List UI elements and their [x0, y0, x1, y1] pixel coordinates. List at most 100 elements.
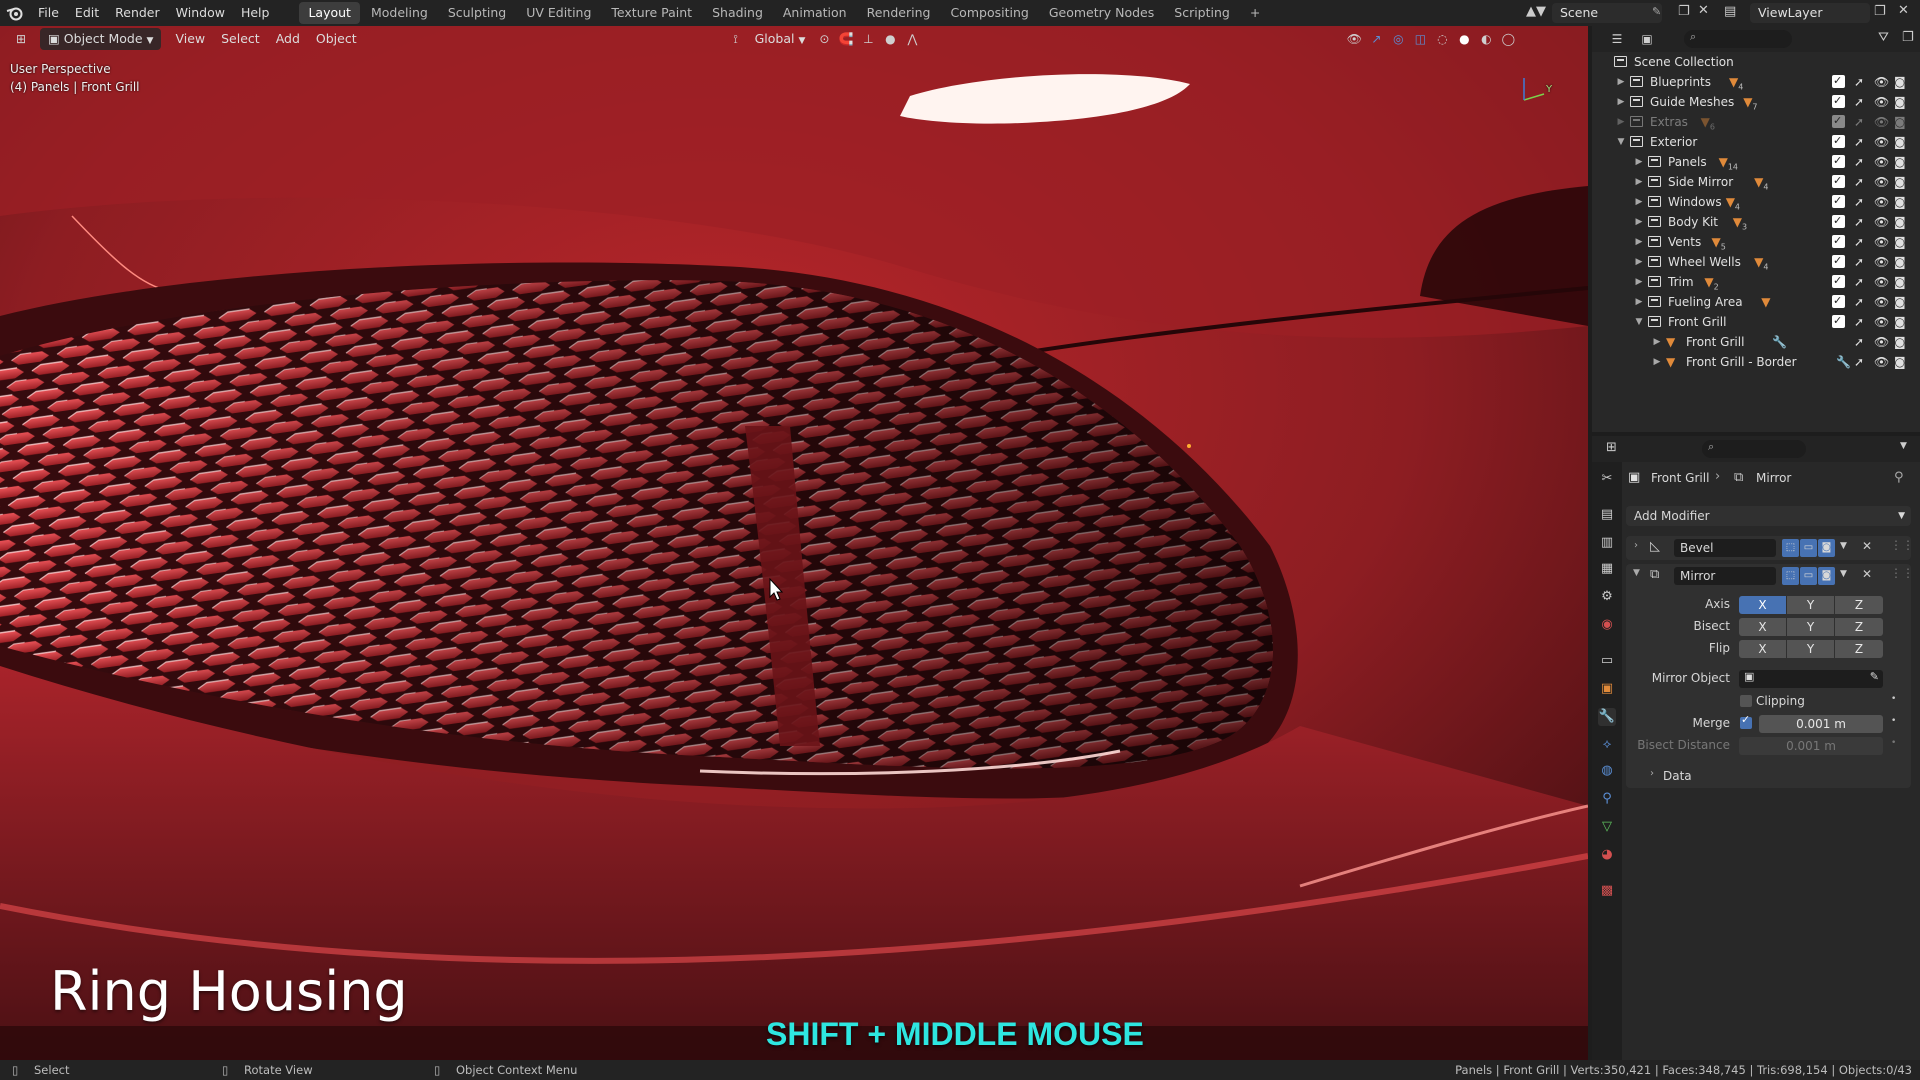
- tab-layout[interactable]: Layout: [299, 2, 360, 24]
- tab-uv-editing[interactable]: UV Editing: [517, 2, 600, 24]
- new-collection-icon[interactable]: ❐: [1902, 30, 1914, 45]
- eyedropper-icon[interactable]: ✎: [1870, 670, 1879, 683]
- outliner-row[interactable]: ▶Extras▼6➚👁◙: [1592, 111, 1920, 132]
- modifier-tab-icon[interactable]: 🔧: [1598, 708, 1616, 726]
- outliner-row[interactable]: ▶Guide Meshes▼7➚👁◙: [1592, 91, 1920, 112]
- tab-texture-paint[interactable]: Texture Paint: [602, 2, 701, 24]
- axis-x-toggle[interactable]: X: [1739, 596, 1786, 614]
- bisect-distance-input[interactable]: 0.001 m: [1739, 737, 1883, 755]
- visibility-eye-icon[interactable]: 👁: [1874, 172, 1889, 192]
- add-modifier-button[interactable]: Add Modifier ▼: [1626, 506, 1911, 526]
- render-camera-icon[interactable]: ◙: [1894, 92, 1906, 112]
- outliner-row[interactable]: ▶ ▼ Front Grill - Border 🔧 ➚ 👁 ◙: [1592, 352, 1920, 372]
- expand-arrow-icon[interactable]: ▶: [1616, 92, 1626, 112]
- menu-add[interactable]: Add: [268, 28, 308, 50]
- tab-geometry-nodes[interactable]: Geometry Nodes: [1040, 2, 1163, 24]
- proportional-edit-icon[interactable]: ●: [879, 28, 901, 50]
- gizmo-icon[interactable]: ↗: [1365, 28, 1387, 50]
- expand-arrow-icon[interactable]: ▶: [1634, 232, 1644, 252]
- pivot-icon[interactable]: ⊙: [813, 28, 835, 50]
- add-workspace-button[interactable]: +: [1241, 2, 1269, 24]
- snap-target-icon[interactable]: ⊥: [857, 28, 879, 50]
- menu-select[interactable]: Select: [213, 28, 268, 50]
- clipping-keyframe-icon[interactable]: •: [1891, 694, 1896, 704]
- tab-scripting[interactable]: Scripting: [1165, 2, 1239, 24]
- render-camera-icon[interactable]: ◙: [1894, 272, 1906, 292]
- axis-z-toggle[interactable]: Z: [1835, 596, 1883, 614]
- bisect-z-toggle[interactable]: Z: [1835, 618, 1883, 636]
- bisect-distance-keyframe-icon[interactable]: •: [1891, 738, 1896, 748]
- delete-view-layer-icon[interactable]: ✕: [1898, 3, 1909, 18]
- view-layer-selector[interactable]: ViewLayer: [1750, 3, 1870, 23]
- tab-compositing[interactable]: Compositing: [941, 2, 1037, 24]
- menu-object[interactable]: Object: [308, 28, 365, 50]
- close-icon[interactable]: ✕: [1862, 539, 1872, 553]
- selectable-toggle-icon[interactable]: ➚: [1854, 92, 1864, 112]
- exclude-checkbox[interactable]: [1832, 311, 1845, 331]
- outliner-row[interactable]: ▶Panels▼14➚👁◙: [1592, 151, 1920, 172]
- selectable-toggle-icon[interactable]: ➚: [1854, 292, 1864, 312]
- render-tab-icon[interactable]: ▤: [1598, 506, 1616, 524]
- delete-scene-icon[interactable]: ✕: [1698, 3, 1709, 18]
- expand-arrow-icon[interactable]: ▶: [1616, 72, 1626, 92]
- visibility-eye-icon[interactable]: 👁: [1874, 232, 1889, 252]
- new-scene-icon[interactable]: ❐: [1678, 4, 1690, 19]
- expand-arrow-icon[interactable]: ▶: [1634, 272, 1644, 292]
- outliner-row[interactable]: ▶ Fueling Area ▼ ➚ 👁◙: [1592, 291, 1920, 312]
- chevron-down-icon[interactable]: ▼: [1900, 441, 1907, 451]
- axis-y-toggle[interactable]: Y: [1787, 596, 1834, 614]
- outliner-row[interactable]: ▶Windows▼4➚👁◙: [1592, 191, 1920, 212]
- render-camera-icon[interactable]: ◙: [1894, 212, 1906, 232]
- flip-y-toggle[interactable]: Y: [1787, 640, 1834, 658]
- visibility-eye-icon[interactable]: 👁: [1874, 272, 1889, 292]
- data-tab-icon[interactable]: ▽: [1598, 818, 1616, 836]
- exclude-checkbox[interactable]: [1832, 231, 1845, 251]
- expand-arrow-icon[interactable]: ▶: [1652, 352, 1662, 372]
- editor-type-icon[interactable]: ⊞: [1606, 440, 1617, 455]
- bevel-name-field[interactable]: Bevel: [1674, 539, 1776, 557]
- selectable-toggle-icon[interactable]: ➚: [1854, 152, 1864, 172]
- visibility-eye-icon[interactable]: 👁: [1874, 332, 1889, 352]
- visibility-icon[interactable]: 👁: [1343, 28, 1365, 50]
- exclude-checkbox[interactable]: [1832, 211, 1845, 231]
- render-camera-icon[interactable]: ◙: [1894, 252, 1906, 272]
- render-camera-icon[interactable]: ◙: [1894, 352, 1906, 372]
- texture-tab-icon[interactable]: ▩: [1598, 882, 1616, 900]
- merge-keyframe-icon[interactable]: •: [1891, 716, 1896, 726]
- render-camera-icon[interactable]: ◙: [1894, 312, 1906, 332]
- new-view-layer-icon[interactable]: ❐: [1874, 4, 1886, 19]
- expand-arrow-icon[interactable]: ▶: [1634, 212, 1644, 232]
- visibility-eye-icon[interactable]: 👁: [1874, 192, 1889, 212]
- selectable-toggle-icon[interactable]: ➚: [1854, 252, 1864, 272]
- render-camera-icon[interactable]: ◙: [1894, 192, 1906, 212]
- exclude-checkbox[interactable]: [1832, 71, 1845, 91]
- expand-arrow-icon[interactable]: ▶: [1652, 332, 1662, 352]
- render-camera-icon[interactable]: ◙: [1894, 232, 1906, 252]
- selectable-toggle-icon[interactable]: ➚: [1854, 352, 1864, 372]
- exclude-checkbox[interactable]: [1832, 111, 1845, 131]
- tool-tab-icon[interactable]: ✂: [1598, 470, 1616, 488]
- exclude-checkbox[interactable]: [1832, 171, 1845, 191]
- view-layer-icon[interactable]: ▤: [1724, 4, 1736, 19]
- render-camera-icon[interactable]: ◙: [1894, 132, 1906, 152]
- collapse-arrow-icon[interactable]: ▼: [1634, 312, 1644, 332]
- visibility-eye-icon[interactable]: 👁: [1874, 152, 1889, 172]
- exclude-checkbox[interactable]: [1832, 191, 1845, 211]
- properties-search-input[interactable]: ⌕: [1702, 440, 1806, 458]
- render-camera-icon[interactable]: ◙: [1894, 72, 1906, 92]
- expand-arrow-icon[interactable]: ▶: [1634, 152, 1644, 172]
- collapse-arrow-icon[interactable]: ▼: [1633, 568, 1640, 578]
- outliner-row[interactable]: ▶Vents▼5➚👁◙: [1592, 231, 1920, 252]
- visibility-eye-icon[interactable]: 👁: [1874, 112, 1889, 132]
- selectable-toggle-icon[interactable]: ➚: [1854, 132, 1864, 152]
- falloff-icon[interactable]: ⋀: [901, 28, 923, 50]
- object-tab-icon[interactable]: ▣: [1598, 680, 1616, 698]
- bisect-y-toggle[interactable]: Y: [1787, 618, 1834, 636]
- mirror-name-field[interactable]: Mirror: [1674, 567, 1776, 585]
- expand-arrow-icon[interactable]: ▶: [1634, 172, 1644, 192]
- viewport-toggle-icon[interactable]: ▭: [1800, 539, 1817, 557]
- visibility-eye-icon[interactable]: 👁: [1874, 132, 1889, 152]
- menu-view[interactable]: View: [167, 28, 213, 50]
- exclude-checkbox[interactable]: [1832, 271, 1845, 291]
- wireframe-shading-icon[interactable]: ◌: [1431, 28, 1453, 50]
